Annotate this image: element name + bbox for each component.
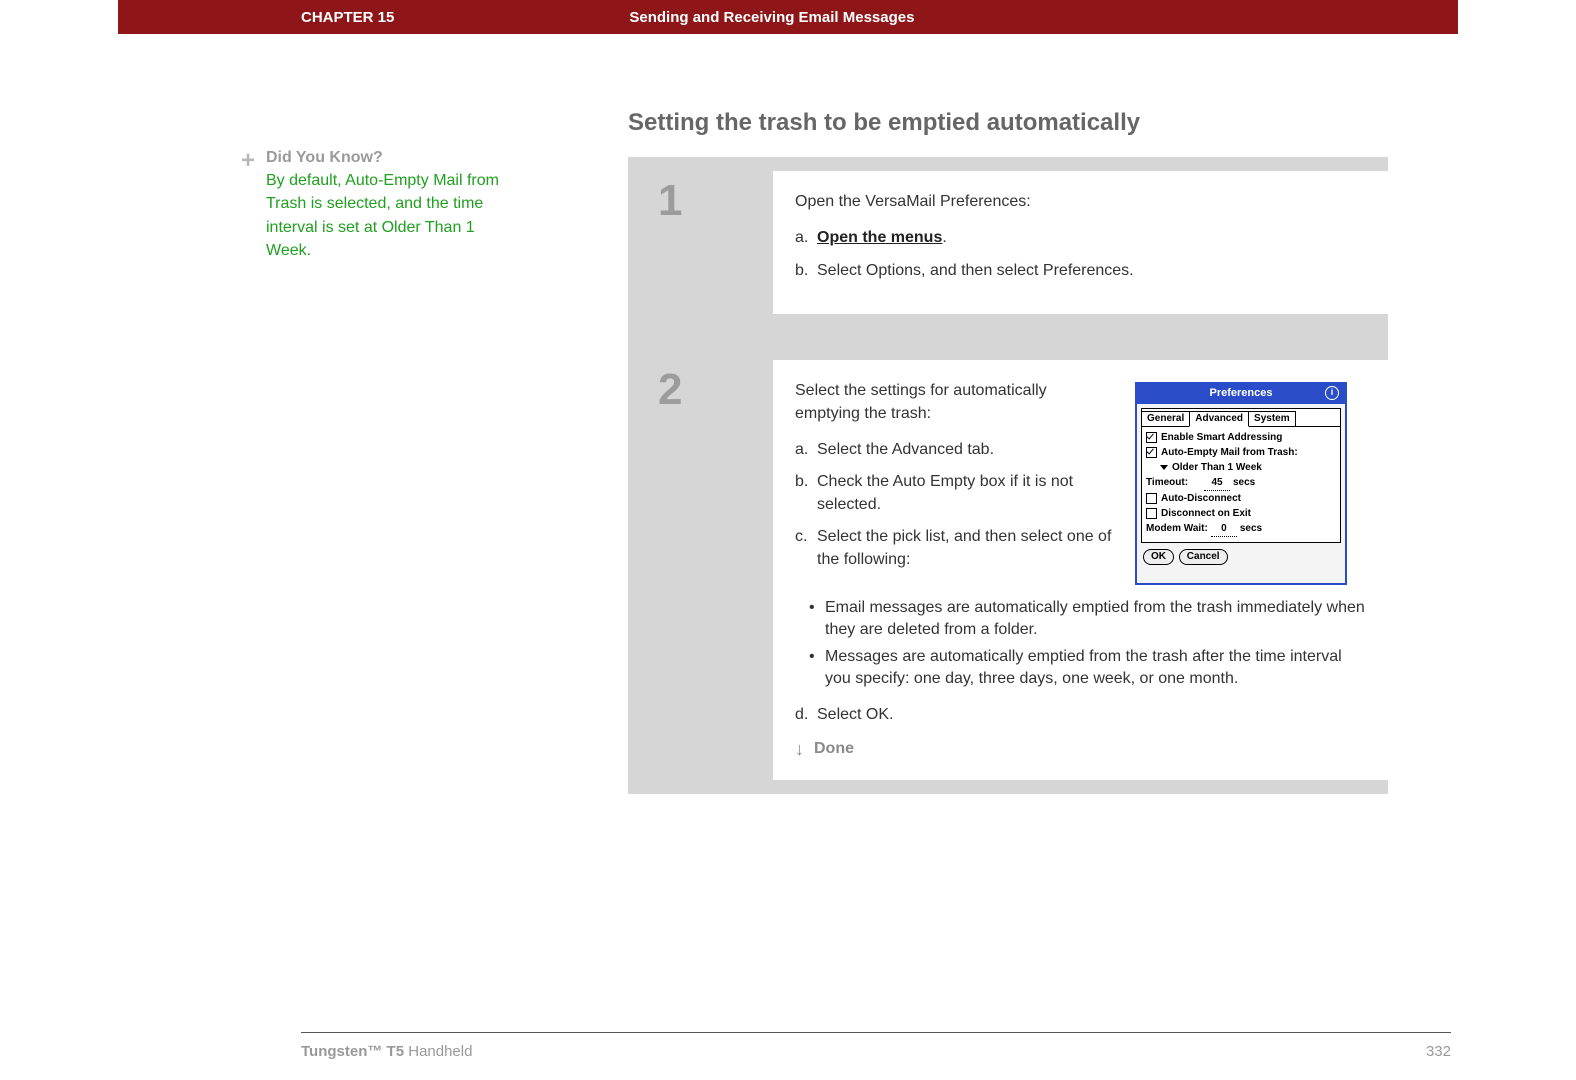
preferences-screenshot: Preferences i General Advanced System: [1135, 382, 1347, 585]
page-number: 332: [1426, 1043, 1451, 1060]
substep: d. Select OK.: [795, 704, 1366, 726]
tab-system[interactable]: System: [1248, 411, 1296, 426]
tip-body: By default, Auto-Empty Mail from Trash i…: [266, 172, 499, 259]
plus-icon: +: [241, 144, 255, 179]
step-intro: Select the settings for automatically em…: [795, 380, 1115, 425]
checkbox-icon: [1146, 447, 1157, 458]
substep: a. Open the menus.: [795, 227, 1366, 249]
substep: b. Check the Auto Empty box if it is not…: [795, 471, 1115, 516]
tab-advanced[interactable]: Advanced: [1189, 411, 1249, 427]
substep: c. Select the pick list, and then select…: [795, 526, 1115, 571]
checkbox-icon: [1146, 493, 1157, 504]
palm-cancel-button[interactable]: Cancel: [1179, 549, 1228, 565]
palm-tabs: General Advanced System: [1142, 409, 1340, 427]
opt-timeout: Timeout: 45 secs: [1146, 476, 1336, 491]
step-content: Select the settings for automatically em…: [773, 360, 1388, 780]
step-number: 1: [628, 171, 773, 314]
page-footer: Tungsten™ T5 Handheld 332: [301, 1032, 1451, 1060]
opt-smart-addressing[interactable]: Enable Smart Addressing: [1146, 431, 1336, 445]
step-2: 2 Select the settings for automatically …: [628, 346, 1388, 794]
opt-interval-picker[interactable]: Older Than 1 Week: [1160, 461, 1336, 475]
timeout-value[interactable]: 45: [1204, 476, 1230, 491]
step-intro: Open the VersaMail Preferences:: [795, 191, 1366, 213]
did-you-know-tip: + Did You Know? By default, Auto-Empty M…: [266, 146, 516, 262]
step-number: 2: [628, 360, 773, 780]
opt-auto-disconnect[interactable]: Auto-Disconnect: [1146, 492, 1336, 506]
opt-disconnect-on-exit[interactable]: Disconnect on Exit: [1146, 507, 1336, 521]
checkbox-icon: [1146, 432, 1157, 443]
dropdown-icon: [1160, 465, 1168, 470]
down-arrow-icon: ↓: [795, 737, 804, 762]
info-icon: i: [1325, 386, 1339, 400]
palm-ok-button[interactable]: OK: [1143, 549, 1174, 565]
step-content: Open the VersaMail Preferences: a. Open …: [773, 171, 1388, 314]
palm-titlebar: Preferences i: [1137, 384, 1345, 403]
opt-auto-empty[interactable]: Auto-Empty Mail from Trash:: [1146, 446, 1336, 460]
chapter-label: CHAPTER 15: [301, 9, 394, 26]
section-title: Setting the trash to be emptied automati…: [628, 109, 1388, 137]
bullet-item: • Email messages are automatically empti…: [809, 597, 1366, 642]
chapter-title: Sending and Receiving Email Messages: [629, 9, 914, 26]
chapter-header: CHAPTER 15 Sending and Receiving Email M…: [118, 0, 1458, 34]
opt-modem-wait: Modem Wait: 0 secs: [1146, 522, 1336, 537]
modem-wait-value[interactable]: 0: [1211, 522, 1237, 537]
steps-container: 1 Open the VersaMail Preferences: a. Ope…: [628, 157, 1388, 794]
bullet-item: • Messages are automatically emptied fro…: [809, 646, 1366, 691]
substep: b. Select Options, and then select Prefe…: [795, 260, 1366, 282]
substep: a. Select the Advanced tab.: [795, 439, 1115, 461]
product-name: Tungsten™ T5 Handheld: [301, 1043, 472, 1060]
step-1: 1 Open the VersaMail Preferences: a. Ope…: [628, 157, 1388, 328]
tip-heading: Did You Know?: [266, 149, 383, 166]
done-marker: ↓ Done: [795, 737, 1366, 762]
tab-general[interactable]: General: [1141, 411, 1190, 426]
checkbox-icon: [1146, 508, 1157, 519]
open-menus-link[interactable]: Open the menus: [817, 229, 942, 246]
